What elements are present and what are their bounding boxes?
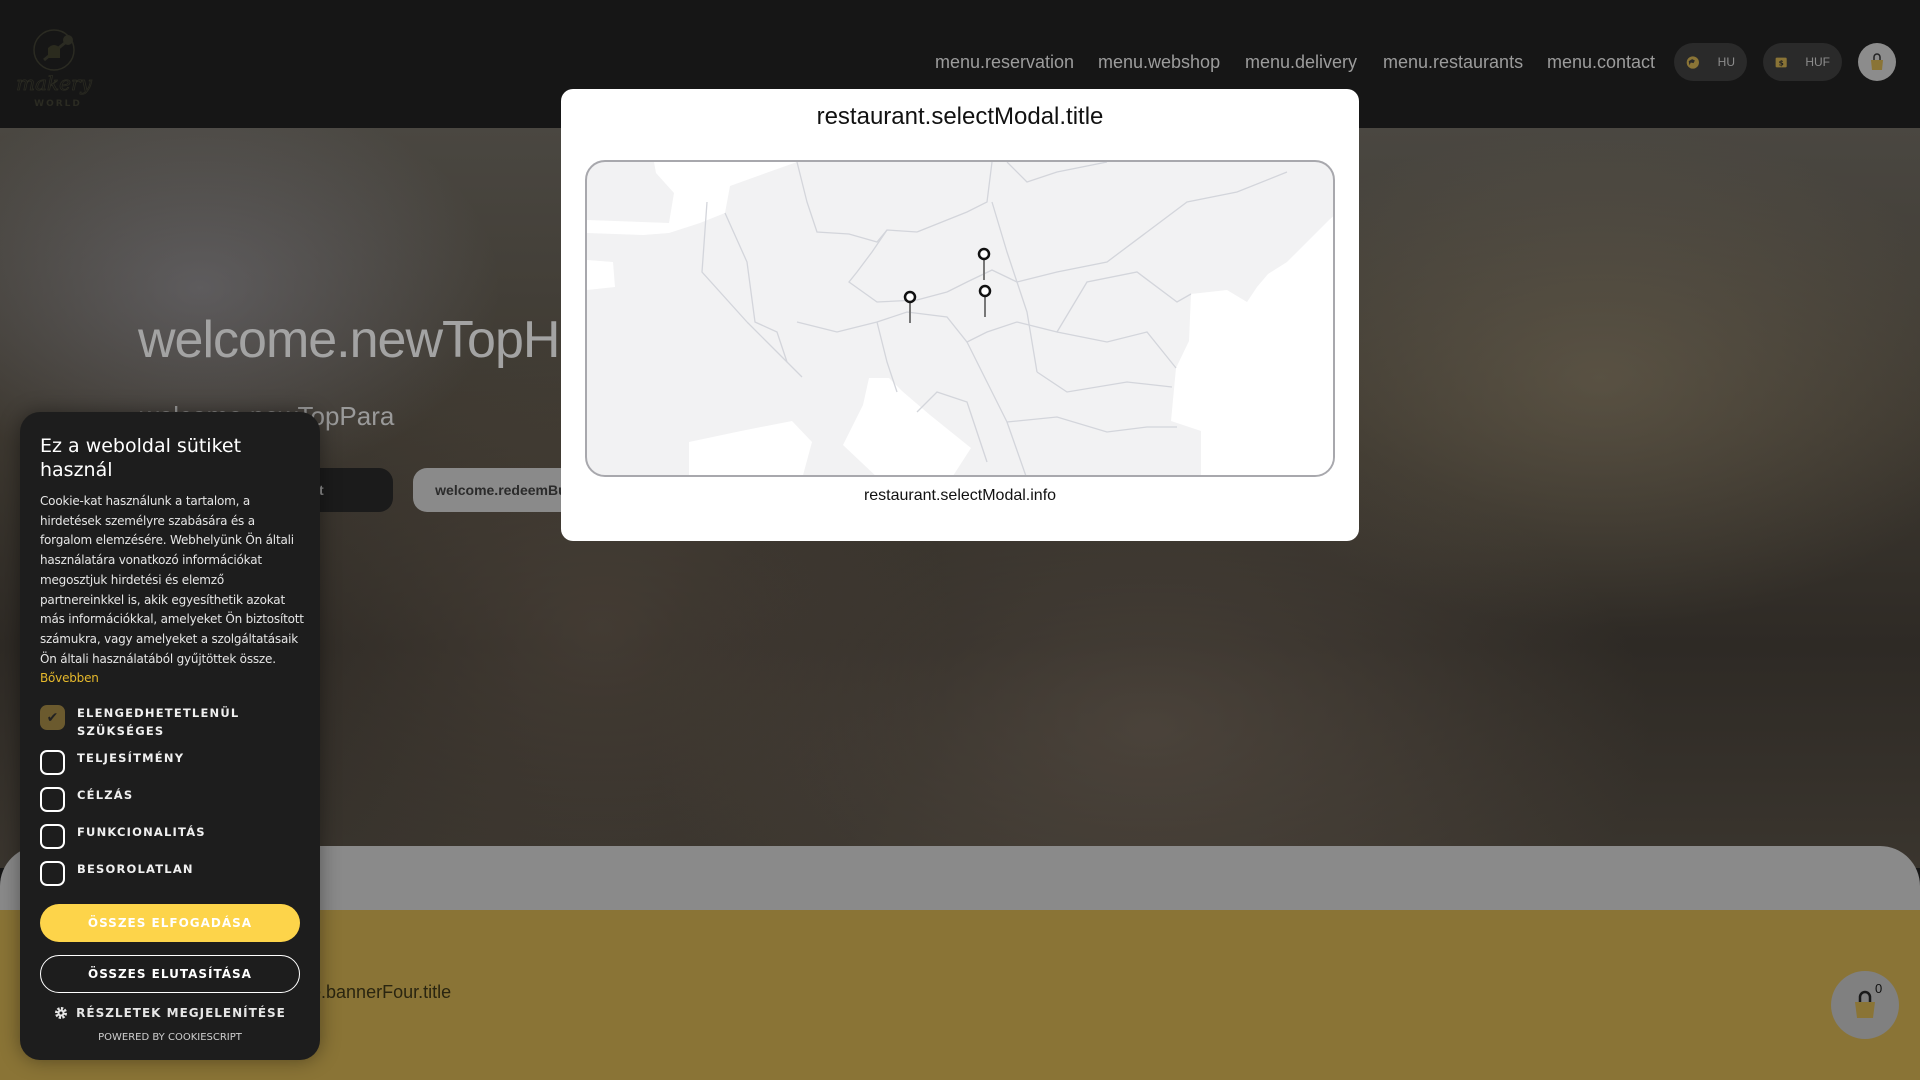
- cookie-option-functionality[interactable]: FUNKCIONALITÁS: [40, 824, 206, 849]
- restaurant-select-modal: restaurant.selectModal.title restaurant.…: [561, 89, 1359, 541]
- money-icon: $: [1775, 57, 1787, 67]
- cookie-option-performance[interactable]: TELJESÍTMÉNY: [40, 750, 184, 775]
- cookie-option-label: CÉLZÁS: [77, 788, 134, 802]
- nav-contact[interactable]: menu.contact: [1547, 52, 1655, 73]
- cookie-option-unclassified[interactable]: BESOROLATLAN: [40, 861, 194, 886]
- globe-icon: [1686, 55, 1699, 69]
- map-pin-3[interactable]: [978, 284, 992, 318]
- nav-delivery[interactable]: menu.delivery: [1245, 52, 1357, 73]
- cookie-option-targeting[interactable]: CÉLZÁS: [40, 787, 133, 812]
- map-pin-icon: [978, 284, 992, 317]
- cookie-more-link[interactable]: Bővebben: [40, 671, 99, 685]
- svg-text:$: $: [1779, 58, 1784, 67]
- gear-icon: [55, 1007, 68, 1019]
- cookie-title: Ez a weboldal sütiket használ: [40, 435, 242, 481]
- sea-areas: [587, 162, 1333, 475]
- map-pin-icon: [977, 247, 991, 280]
- svg-text:makery: makery: [16, 71, 92, 95]
- europe-map: [587, 162, 1333, 475]
- accept-all-button[interactable]: ÖSSZES ELFOGADÁSA: [40, 904, 300, 942]
- modal-title: restaurant.selectModal.title: [816, 103, 1104, 130]
- checkbox[interactable]: [40, 861, 65, 886]
- floating-cart-button[interactable]: 0: [1831, 971, 1899, 1039]
- restaurant-map[interactable]: [585, 160, 1335, 477]
- shopping-bag-icon: [1871, 53, 1883, 70]
- map-pin-2[interactable]: [977, 247, 991, 281]
- show-details-label: RÉSZLETEK MEGJELENÍTÉSE: [76, 1006, 286, 1020]
- checkbox[interactable]: [40, 750, 65, 775]
- currency-label: HUF: [1805, 55, 1830, 69]
- checkbox[interactable]: [40, 787, 65, 812]
- map-pin-1[interactable]: [903, 290, 917, 324]
- cookie-text: Cookie-kat használunk a tartalom, a hird…: [40, 494, 304, 666]
- cookie-option-necessary[interactable]: ✔ ELENGEDHETETLENÜL SZÜKSÉGES: [40, 705, 247, 740]
- currency-selector[interactable]: $ HUF: [1763, 43, 1842, 81]
- cookie-consent-panel: Ez a weboldal sütiket használ Cookie-kat…: [20, 412, 320, 1060]
- reject-all-button[interactable]: ÖSSZES ELUTASÍTÁSA: [40, 955, 300, 993]
- language-selector[interactable]: HU: [1674, 43, 1747, 81]
- map-pin-icon: [903, 290, 917, 323]
- language-label: HU: [1717, 55, 1735, 69]
- check-icon: ✔: [46, 709, 59, 726]
- cookie-description: Cookie-kat használunk a tartalom, a hird…: [40, 492, 310, 689]
- cart-count-badge: 0: [1875, 981, 1883, 996]
- cookie-option-label: BESOROLATLAN: [77, 862, 194, 876]
- modal-info: restaurant.selectModal.info: [863, 487, 1057, 504]
- makery-logo[interactable]: makery WORLD: [14, 22, 98, 108]
- cookie-option-label: FUNKCIONALITÁS: [77, 825, 206, 839]
- svg-text:WORLD: WORLD: [34, 99, 82, 108]
- powered-by-link[interactable]: POWERED BY COOKIESCRIPT: [20, 1032, 320, 1043]
- show-details-button[interactable]: RÉSZLETEK MEGJELENÍTÉSE: [20, 1006, 320, 1020]
- checkbox-checked[interactable]: ✔: [40, 705, 65, 730]
- nav-webshop[interactable]: menu.webshop: [1098, 52, 1220, 73]
- nav-restaurants[interactable]: menu.restaurants: [1383, 52, 1523, 73]
- cookie-option-label: ELENGEDHETETLENÜL SZÜKSÉGES: [77, 706, 240, 738]
- cookie-option-label: TELJESÍTMÉNY: [77, 751, 185, 765]
- nav-reservation[interactable]: menu.reservation: [935, 52, 1074, 73]
- checkbox[interactable]: [40, 824, 65, 849]
- cart-button[interactable]: [1858, 43, 1896, 81]
